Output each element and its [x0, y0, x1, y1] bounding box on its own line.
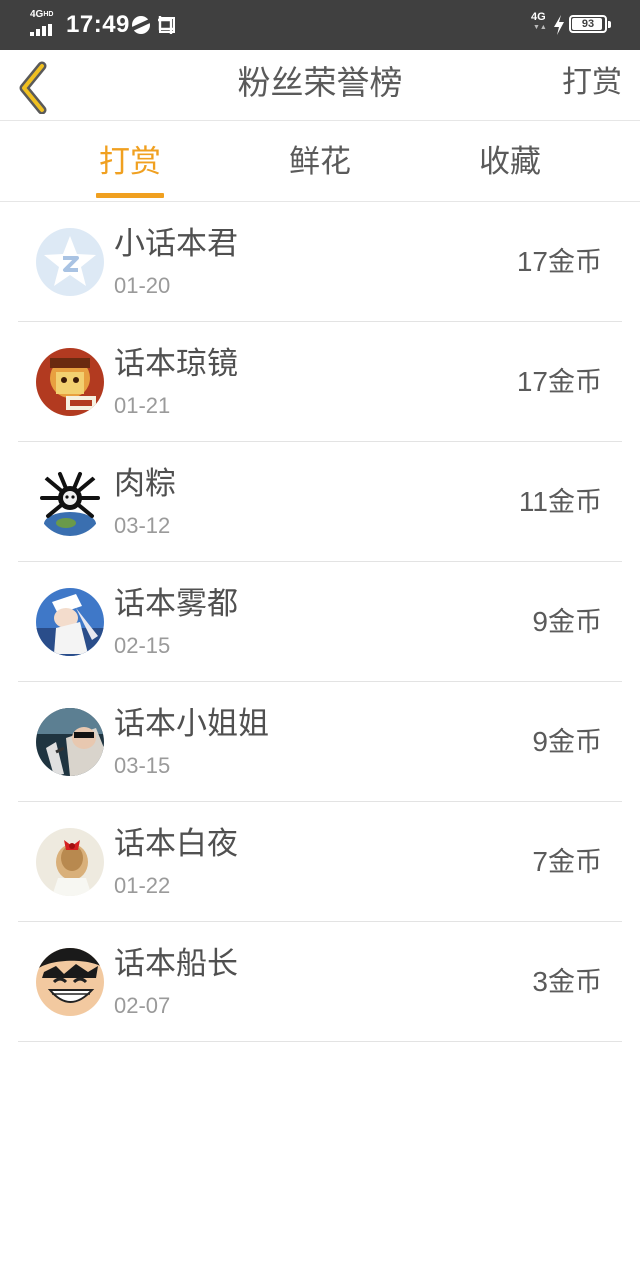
status-time: 17:49 [66, 11, 130, 38]
list-item[interactable]: 话本船长 02-07 3金币 [18, 922, 622, 1042]
coin-amount: 9金币 [532, 726, 602, 758]
fan-name: 话本白夜 [114, 826, 238, 862]
coin-amount: 11金币 [518, 486, 602, 518]
avatar[interactable] [36, 348, 104, 416]
battery-level: 93 [581, 18, 595, 30]
screenshot-icon [157, 15, 175, 35]
tab-bar: 打赏 鲜花 收藏 [0, 121, 640, 202]
battery-icon: 93 [569, 15, 611, 33]
fan-name: 话本小姐姐 [114, 706, 269, 742]
list-item[interactable]: 话本小姐姐 03-15 9金币 [18, 682, 622, 802]
coin-amount: 17金币 [516, 246, 602, 278]
network-type-left: 4G [30, 9, 44, 20]
reward-date: 02-15 [114, 633, 171, 658]
tab-favorites[interactable]: 收藏 [435, 121, 585, 201]
reward-date: 02-07 [114, 993, 171, 1018]
back-button[interactable] [10, 56, 62, 115]
cartoon-character-icon [36, 348, 104, 416]
coin-amount: 3金币 [532, 966, 602, 998]
network-type-right: 4G [531, 11, 546, 23]
page-title: 粉丝荣誉榜 [237, 63, 403, 102]
tab-flowers[interactable]: 鲜花 [245, 121, 395, 201]
girl-red-bow-icon [36, 828, 104, 896]
network-hd-badge: HD [43, 11, 54, 18]
reward-date: 01-21 [114, 393, 171, 418]
active-tab-indicator [96, 193, 164, 198]
charging-icon [553, 14, 565, 36]
avatar[interactable] [36, 708, 104, 776]
avatar[interactable] [36, 588, 104, 656]
laughing-pirate-icon [36, 948, 104, 1016]
spider-globe-icon [36, 468, 104, 536]
coin-amount: 7金币 [532, 846, 602, 878]
signal-icon: 4GHD [30, 10, 58, 36]
avatar[interactable] [36, 228, 104, 296]
avatar[interactable] [36, 468, 104, 536]
list-item[interactable]: 话本白夜 01-22 7金币 [18, 802, 622, 922]
avatar[interactable] [36, 828, 104, 896]
tab-reward[interactable]: 打赏 [55, 121, 205, 201]
chevron-left-icon [19, 61, 47, 115]
mobile-data-indicator: 4G ▼▲ [531, 11, 547, 32]
fan-name: 话本船长 [114, 946, 238, 982]
reward-date: 03-15 [114, 753, 171, 778]
title-bar: 粉丝荣誉榜 打赏 [0, 50, 640, 121]
status-bar: 4GHD 17:49 4G ▼▲ 93 [0, 0, 640, 50]
blue-star-logo-icon [36, 228, 104, 296]
fan-name: 小话本君 [114, 226, 238, 262]
list-item[interactable]: 话本琼镜 01-21 17金币 [18, 322, 622, 442]
fan-name: 话本琼镜 [114, 346, 238, 382]
avatar[interactable] [36, 948, 104, 1016]
list-item[interactable]: 肉粽 03-12 11金币 [18, 442, 622, 562]
fan-ranking-list: 小话本君 01-20 17金币 话本琼镜 01-21 17金币 肉粽 03-12… [18, 202, 622, 1042]
reward-date: 01-20 [114, 273, 171, 298]
reward-date: 03-12 [114, 513, 171, 538]
anime-thief-icon [36, 588, 104, 656]
reward-button[interactable]: 打赏 [562, 50, 622, 116]
selfie-photo-icon [36, 708, 104, 776]
app-notification-icon [132, 16, 150, 34]
fan-name: 肉粽 [114, 466, 176, 502]
list-item[interactable]: 话本雾都 02-15 9金币 [18, 562, 622, 682]
coin-amount: 9金币 [532, 606, 602, 638]
reward-date: 01-22 [114, 873, 171, 898]
coin-amount: 17金币 [516, 366, 602, 398]
list-item[interactable]: 小话本君 01-20 17金币 [18, 202, 622, 322]
fan-name: 话本雾都 [114, 586, 238, 622]
